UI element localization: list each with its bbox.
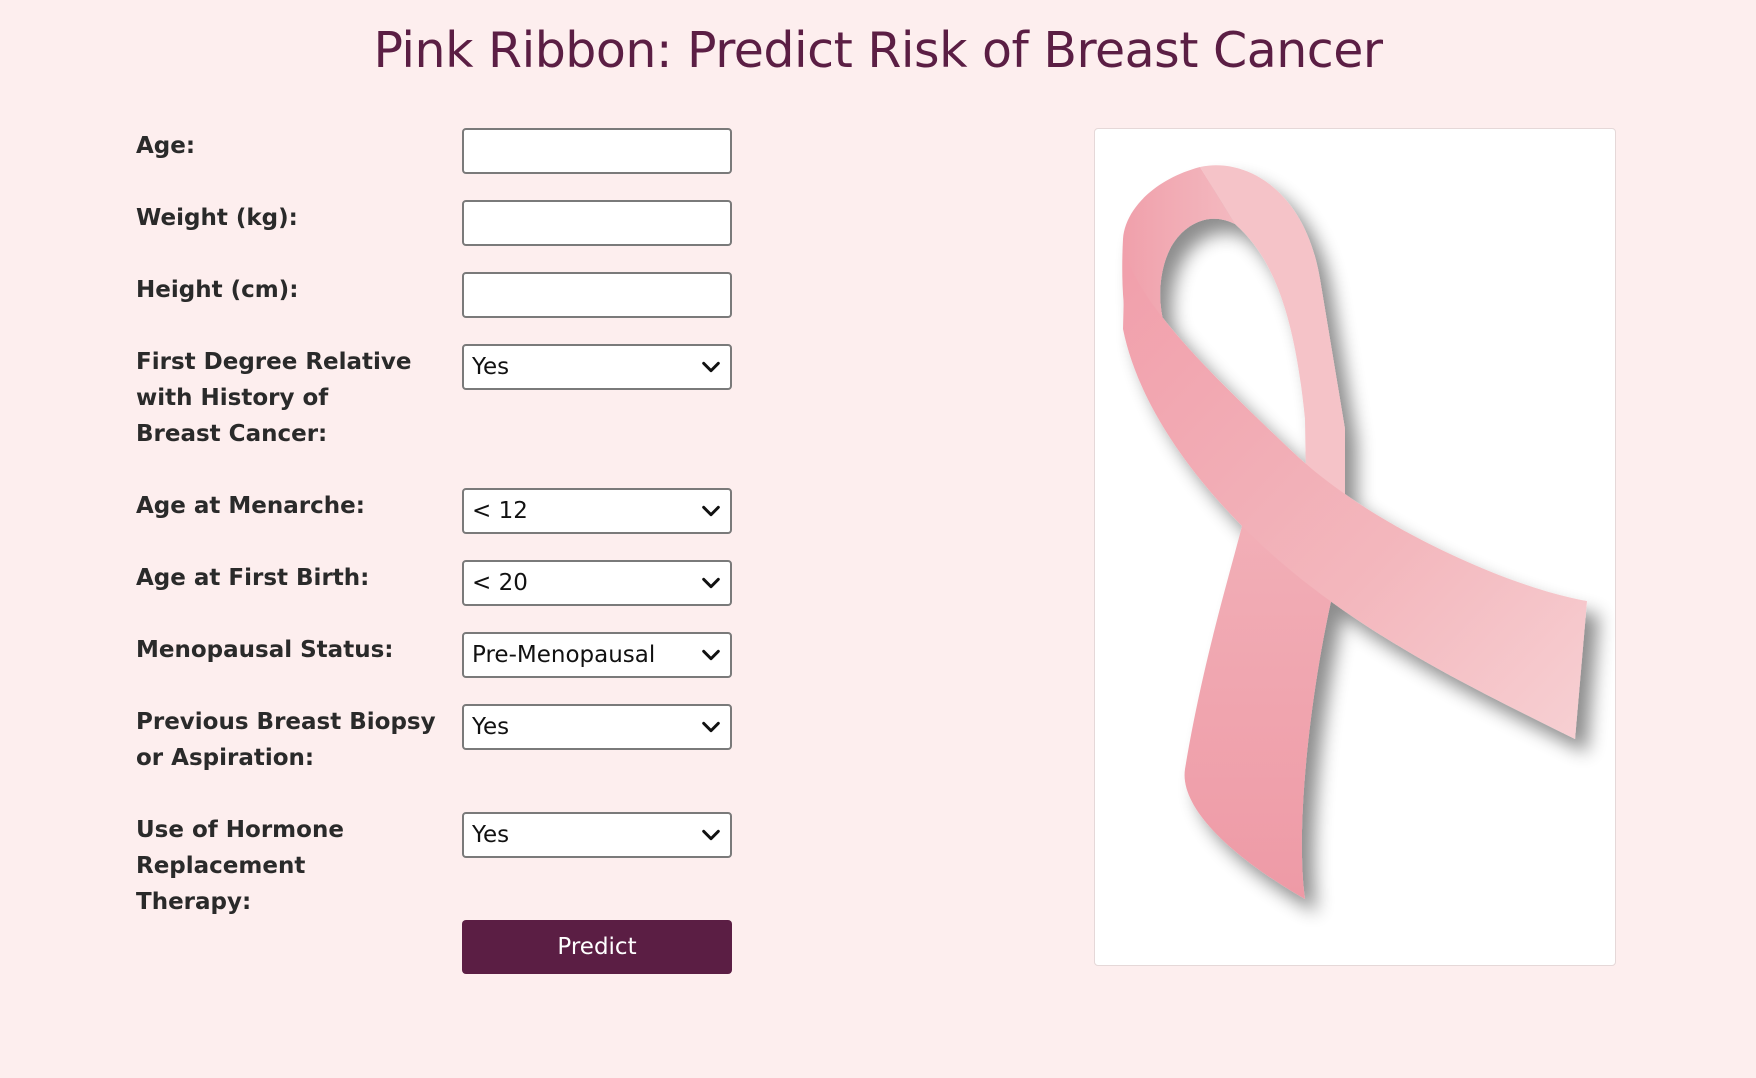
height-label: Height (cm): [136,277,299,303]
hormone-row: Use of Hormone Replacement Therapy: Yes [136,812,756,915]
chevron-down-icon [702,829,720,841]
chevron-down-icon [702,361,720,373]
relative-select[interactable]: Yes [462,344,732,390]
menopausal-select[interactable]: Pre-Menopausal [462,632,732,678]
height-row: Height (cm): [136,272,756,322]
ribbon-image-card [1094,128,1616,966]
chevron-down-icon [702,721,720,733]
chevron-down-icon [702,577,720,589]
biopsy-row: Previous Breast Biopsy or Aspiration: Ye… [136,704,756,784]
predict-button[interactable]: Predict [462,920,732,974]
age-label: Age: [136,133,196,159]
relative-label: First Degree Relative with History of Br… [136,349,412,447]
chevron-down-icon [702,649,720,661]
submit-row: Predict [136,920,756,976]
menarche-row: Age at Menarche: < 12 [136,488,756,538]
age-input[interactable] [462,128,732,174]
weight-label: Weight (kg): [136,205,298,231]
first-birth-label: Age at First Birth: [136,565,370,591]
first-birth-select[interactable]: < 20 [462,560,732,606]
chevron-down-icon [702,505,720,517]
page-title: Pink Ribbon: Predict Risk of Breast Canc… [373,22,1383,79]
relative-select-value: Yes [472,354,510,380]
menopausal-row: Menopausal Status: Pre-Menopausal [136,632,756,682]
age-row: Age: [136,128,756,178]
weight-input[interactable] [462,200,732,246]
menarche-select[interactable]: < 12 [462,488,732,534]
first-birth-select-value: < 20 [472,570,528,596]
menopausal-select-value: Pre-Menopausal [472,642,656,668]
hormone-select-value: Yes [472,822,510,848]
biopsy-select[interactable]: Yes [462,704,732,750]
menarche-select-value: < 12 [472,498,528,524]
height-input[interactable] [462,272,732,318]
hormone-select[interactable]: Yes [462,812,732,858]
first-birth-row: Age at First Birth: < 20 [136,560,756,610]
pink-ribbon-icon [1122,165,1587,899]
biopsy-label: Previous Breast Biopsy or Aspiration: [136,709,436,771]
biopsy-select-value: Yes [472,714,510,740]
hormone-label: Use of Hormone Replacement Therapy: [136,817,344,915]
relative-row: First Degree Relative with History of Br… [136,344,756,454]
menarche-label: Age at Menarche: [136,493,365,519]
menopausal-label: Menopausal Status: [136,637,394,663]
weight-row: Weight (kg): [136,200,756,250]
